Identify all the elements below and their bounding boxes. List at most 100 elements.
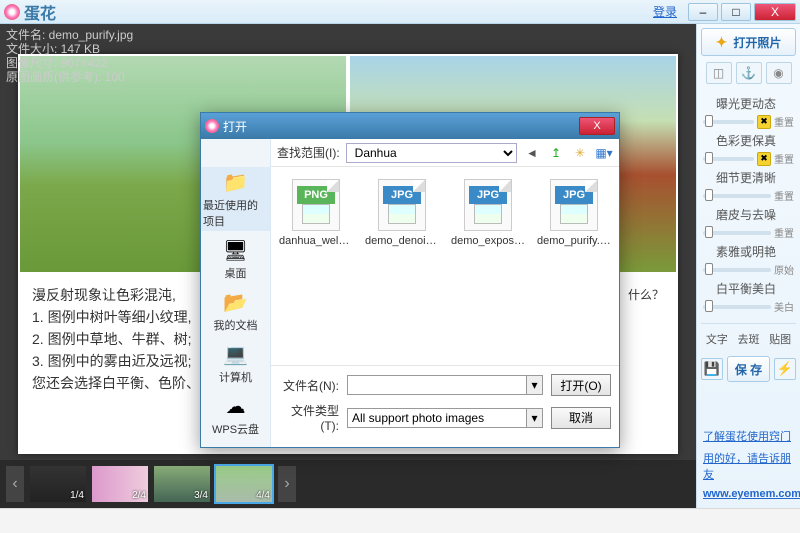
- adjustment-label: 白平衡美白: [703, 280, 794, 297]
- tool-camera-icon[interactable]: ◉: [766, 62, 792, 84]
- adjustment-slider[interactable]: [703, 194, 771, 198]
- file-item[interactable]: PNG danhua_welco...: [281, 177, 351, 249]
- new-folder-icon[interactable]: ✳: [571, 144, 589, 162]
- adjustment-label: 色彩更保真: [703, 132, 794, 149]
- file-icon: PNG: [292, 179, 340, 231]
- thumbnail-strip: ‹ 1/4 2/4 3/4 4/4 ›: [0, 460, 696, 508]
- up-icon[interactable]: ↥: [547, 144, 565, 162]
- info-dimensions: 图像尺寸: 907×422: [6, 56, 133, 70]
- sparkle-icon: ✦: [716, 34, 728, 51]
- app-logo-icon: [4, 4, 20, 20]
- file-icon: JPG: [464, 179, 512, 231]
- thumbnail-4[interactable]: 4/4: [216, 466, 272, 502]
- adjustment-slider[interactable]: [703, 268, 771, 272]
- adjustment-label: 细节更清晰: [703, 169, 794, 186]
- file-name: demo_purify.jpg: [537, 235, 611, 247]
- adjustment-slider[interactable]: [703, 120, 754, 124]
- filename-field[interactable]: ▾: [347, 375, 543, 395]
- folder-select[interactable]: Danhua: [346, 143, 517, 163]
- info-filename: 文件名: demo_purify.jpg: [6, 28, 133, 42]
- link-website[interactable]: www.eyemem.com: [703, 488, 794, 500]
- filename-label: 文件名(N):: [279, 377, 339, 394]
- file-item[interactable]: JPG demo_denoise...: [367, 177, 437, 249]
- dialog-open-button[interactable]: 打开(O): [551, 374, 611, 396]
- tab-text[interactable]: 文字: [701, 328, 733, 350]
- dialog-places-bar: 📁最近使用的项目 🖥 桌面 📂 我的文档 💻 计算机 ☁WPS云盘: [201, 139, 271, 447]
- app-title: 蛋花: [24, 0, 56, 24]
- places-item[interactable]: 🖥 桌面: [201, 235, 270, 283]
- tab-despot[interactable]: 去斑: [733, 328, 765, 350]
- place-icon: 🖥: [221, 237, 251, 263]
- places-item[interactable]: ☁WPS云盘: [201, 391, 270, 439]
- thumb-prev-button[interactable]: ‹: [6, 466, 24, 502]
- thumbnail-3[interactable]: 3/4: [154, 466, 210, 502]
- tool-crop-icon[interactable]: ◫: [706, 62, 732, 84]
- back-icon[interactable]: ◄: [523, 144, 541, 162]
- dialog-titlebar[interactable]: 打开 X: [201, 113, 619, 139]
- save-disk-icon[interactable]: 💾: [701, 358, 723, 380]
- chevron-down-icon[interactable]: ▾: [526, 409, 542, 427]
- places-item[interactable]: 📁最近使用的项目: [201, 167, 270, 231]
- places-item[interactable]: 💻 计算机: [201, 339, 270, 387]
- adjustment-slider[interactable]: [703, 231, 771, 235]
- chevron-down-icon[interactable]: ▾: [526, 376, 542, 394]
- dialog-cancel-button[interactable]: 取消: [551, 407, 611, 429]
- save-button[interactable]: 保 存: [727, 356, 770, 382]
- filetype-field[interactable]: All support photo images▾: [347, 408, 543, 428]
- filetype-label: 文件类型(T):: [279, 402, 339, 433]
- open-photo-button[interactable]: ✦ 打开照片: [701, 28, 796, 56]
- reset-link[interactable]: 原始: [774, 262, 794, 277]
- link-share[interactable]: 用的好，请告诉朋友: [703, 450, 794, 482]
- place-label: 我的文档: [214, 317, 258, 333]
- pin-icon[interactable]: ✖: [757, 152, 771, 166]
- sidebar: ✦ 打开照片 ◫ ⚓ ◉ 曝光更动态✖重置色彩更保真✖重置细节更清晰重置磨皮与去…: [696, 24, 800, 508]
- pin-icon[interactable]: ✖: [757, 115, 771, 129]
- adjustment-label: 曝光更动态: [703, 95, 794, 112]
- place-icon: 💻: [221, 341, 251, 367]
- file-name: demo_exposur...: [451, 235, 525, 247]
- save-flash-icon[interactable]: ⚡: [774, 358, 796, 380]
- status-bar: [0, 508, 800, 533]
- link-tips[interactable]: 了解蛋花使用窍门: [703, 428, 794, 444]
- file-item[interactable]: JPG demo_exposur...: [453, 177, 523, 249]
- file-info: 文件名: demo_purify.jpg 文件大小: 147 KB 图像尺寸: …: [6, 28, 133, 84]
- thumb-next-button[interactable]: ›: [278, 466, 296, 502]
- places-item[interactable]: 📂 我的文档: [201, 287, 270, 335]
- reset-link[interactable]: 重置: [774, 114, 794, 129]
- dialog-lookbar: 查找范围(I): Danhua ◄ ↥ ✳ ▦▾: [271, 139, 619, 167]
- place-label: 计算机: [219, 369, 252, 385]
- dialog-title: 打开: [223, 118, 247, 135]
- place-label: 桌面: [225, 265, 247, 281]
- footer-links: 了解蛋花使用窍门 用的好，请告诉朋友 www.eyemem.com: [701, 418, 796, 504]
- file-icon: JPG: [378, 179, 426, 231]
- place-icon: 📂: [221, 289, 251, 315]
- thumbnail-1[interactable]: 1/4: [30, 466, 86, 502]
- adjustment-slider[interactable]: [703, 305, 771, 309]
- look-in-label: 查找范围(I):: [277, 144, 340, 161]
- adjustment-label: 素雅或明艳: [703, 243, 794, 260]
- file-icon: JPG: [550, 179, 598, 231]
- place-icon: ☁: [221, 393, 251, 419]
- dialog-close-button[interactable]: X: [579, 117, 615, 135]
- reset-link[interactable]: 重置: [774, 225, 794, 240]
- open-file-dialog: 打开 X 📁最近使用的项目 🖥 桌面 📂 我的文档 💻 计算机 ☁WPS云盘 查找范围(I):…: [200, 112, 620, 448]
- thumbnail-2[interactable]: 2/4: [92, 466, 148, 502]
- tab-sticker[interactable]: 贴图: [764, 328, 796, 350]
- minimize-button[interactable]: –: [688, 3, 718, 21]
- view-menu-icon[interactable]: ▦▾: [595, 144, 613, 162]
- reset-link[interactable]: 重置: [774, 151, 794, 166]
- maximize-button[interactable]: □: [721, 3, 751, 21]
- info-quality: 原图画质(供参考): 100: [6, 70, 133, 84]
- dialog-logo-icon: [205, 119, 219, 133]
- login-link[interactable]: 登录: [653, 3, 677, 20]
- reset-link[interactable]: 美白: [774, 299, 794, 314]
- file-item[interactable]: JPG demo_purify.jpg: [539, 177, 609, 249]
- file-list: PNG danhua_welco... JPG demo_denoise... JPG d…: [271, 167, 619, 365]
- close-button[interactable]: X: [754, 3, 796, 21]
- reset-link[interactable]: 重置: [774, 188, 794, 203]
- titlebar: 蛋花 登录 – □ X: [0, 0, 800, 24]
- tool-anchor-icon[interactable]: ⚓: [736, 62, 762, 84]
- file-name: danhua_welco...: [279, 235, 353, 247]
- adjustment-slider[interactable]: [703, 157, 754, 161]
- file-name: demo_denoise...: [365, 235, 439, 247]
